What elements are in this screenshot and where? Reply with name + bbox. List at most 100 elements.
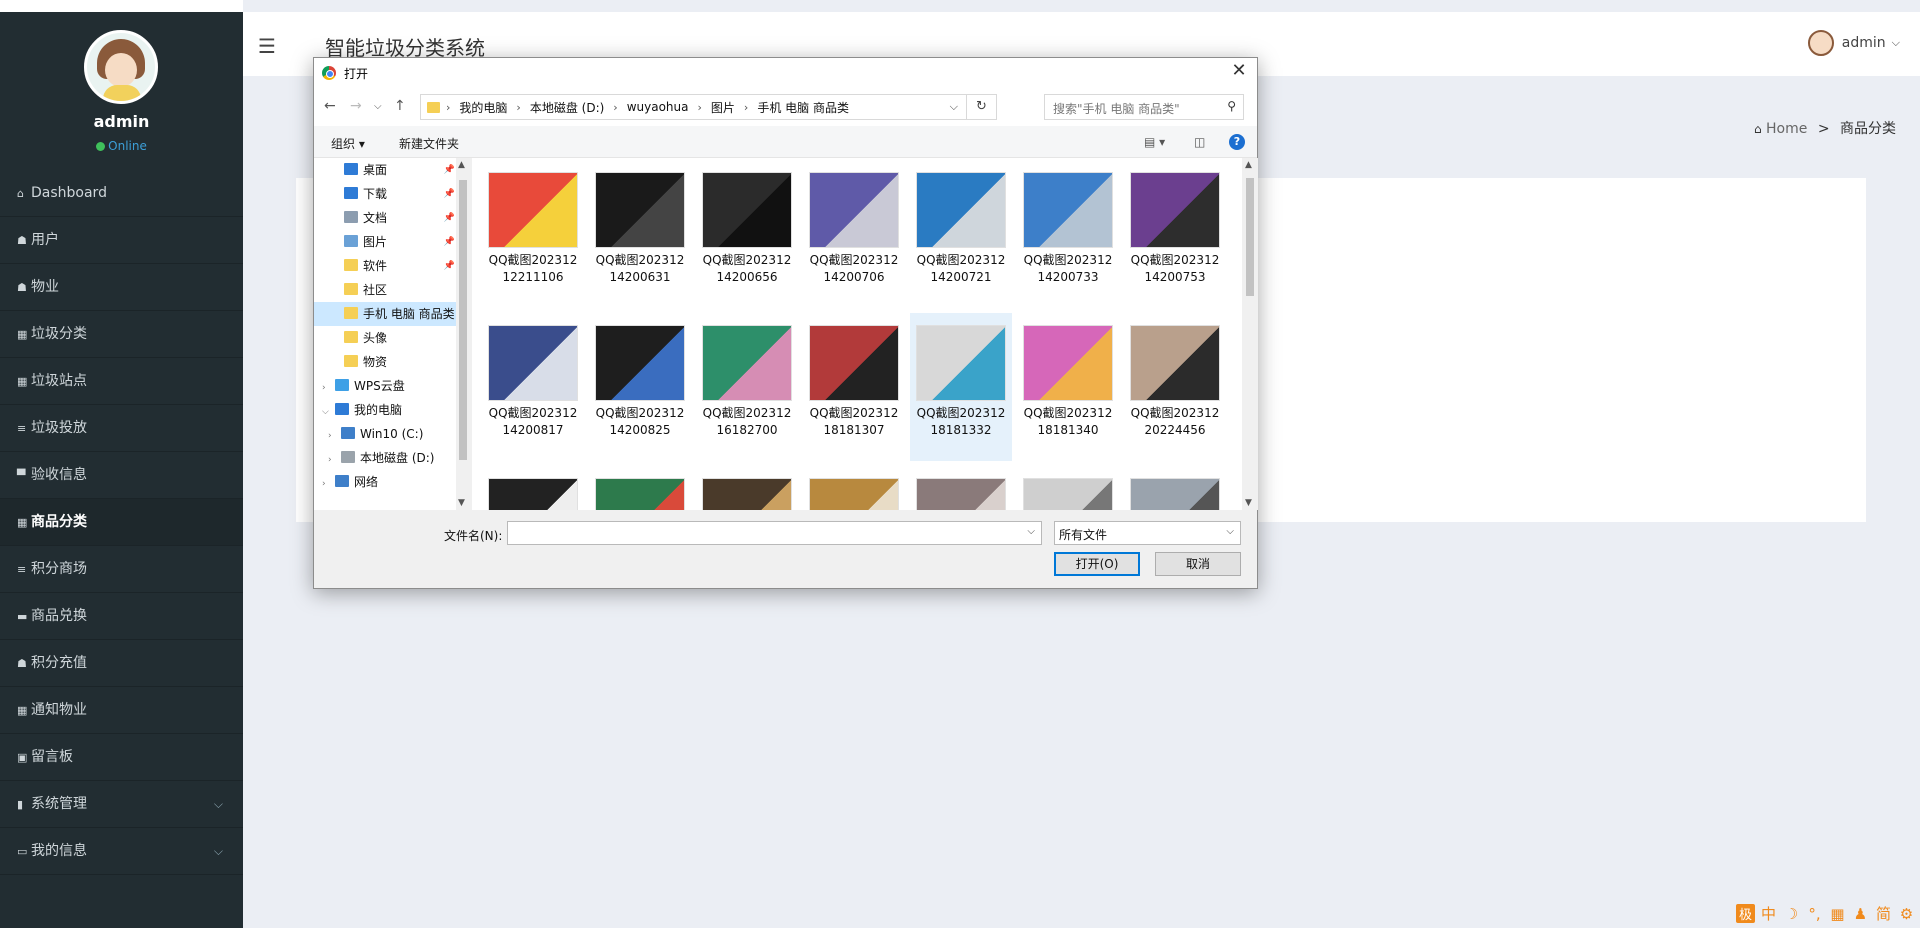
close-icon[interactable]: ✕ <box>1227 60 1251 81</box>
chevron-right-icon[interactable]: › <box>322 376 332 400</box>
sidebar-item[interactable]: ⌂ Dashboard <box>0 170 243 217</box>
view-options-icon[interactable]: ▤ ▾ <box>1144 135 1165 149</box>
ime-logo[interactable]: 极 <box>1736 904 1755 923</box>
address-history-chevron-icon[interactable]: ⌵ <box>950 100 958 114</box>
ime-tray-icon[interactable]: 简 <box>1874 903 1893 924</box>
tree-item[interactable]: 图片 📌 <box>314 230 469 254</box>
file-grid-scrollbar[interactable]: ▲ ▼ <box>1242 158 1258 510</box>
chevron-right-icon[interactable]: › <box>697 101 701 114</box>
sidebar-item[interactable]: ▣ 留言板 <box>0 734 243 781</box>
file-item[interactable]: QQ截图20231216182700 <box>696 313 798 461</box>
sidebar-item[interactable]: ▦ 商品分类 <box>0 499 243 546</box>
cancel-button[interactable]: 取消 <box>1155 552 1241 576</box>
scroll-up-icon[interactable]: ▲ <box>1245 160 1252 170</box>
chevron-right-icon[interactable]: › <box>613 101 617 114</box>
ime-tray-icon[interactable]: °, <box>1805 905 1824 923</box>
ime-tray-icon[interactable]: ☽ <box>1782 905 1801 923</box>
ime-tray-icon[interactable]: 中 <box>1759 903 1778 924</box>
tree-item[interactable]: 桌面 📌 <box>314 158 469 182</box>
file-item[interactable]: QQ截图20231220224456 <box>1124 313 1226 461</box>
address-root-chevron-icon[interactable]: › <box>446 101 450 114</box>
tree-item[interactable]: 软件 📌 <box>314 254 469 278</box>
file-item[interactable] <box>482 466 584 510</box>
forward-arrow-icon[interactable]: → <box>350 98 362 114</box>
sidebar-item[interactable]: ▦ 垃圾站点 <box>0 358 243 405</box>
scroll-down-icon[interactable]: ▼ <box>1245 498 1252 508</box>
tree-item[interactable]: › Win10 (C:) <box>314 422 469 446</box>
tree-item[interactable]: › WPS云盘 <box>314 374 469 398</box>
address-crumb[interactable]: 图片 <box>711 99 735 116</box>
sidebar-item[interactable]: ☗ 物业 <box>0 264 243 311</box>
scroll-thumb[interactable] <box>459 180 467 460</box>
search-input[interactable]: 搜索"手机 电脑 商品类" ⚲ <box>1044 94 1244 120</box>
address-crumb[interactable]: 手机 电脑 商品类 <box>757 99 849 116</box>
file-item[interactable]: QQ截图20231214200721 <box>910 160 1012 308</box>
chevron-right-icon[interactable]: › <box>744 101 748 114</box>
chevron-right-icon[interactable]: › <box>322 472 332 496</box>
sidebar-item[interactable]: ≡ 积分商场 <box>0 546 243 593</box>
file-item[interactable]: QQ截图20231214200825 <box>589 313 691 461</box>
filename-input[interactable]: ⌵ <box>507 521 1042 545</box>
sidebar-item[interactable]: ▀ 验收信息 <box>0 452 243 499</box>
ime-tray-icon[interactable]: ♟ <box>1851 905 1870 923</box>
file-item[interactable]: QQ截图20231214200631 <box>589 160 691 308</box>
file-item[interactable] <box>589 466 691 510</box>
menu-toggle-icon[interactable]: ☰ <box>258 34 276 58</box>
tree-item[interactable]: 头像 <box>314 326 469 350</box>
file-item[interactable]: QQ截图20231214200706 <box>803 160 905 308</box>
tree-item[interactable]: 下载 📌 <box>314 182 469 206</box>
file-item[interactable] <box>696 466 798 510</box>
file-item[interactable] <box>1017 466 1119 510</box>
file-item[interactable]: QQ截图20231212211106 <box>482 160 584 308</box>
address-bar[interactable]: › 我的电脑 › 本地磁盘 (D:) › wuyaohua › 图片 › 手机 电脑 商品类 ⌵ ↻ <box>420 94 997 120</box>
user-menu[interactable]: admin ⌵ <box>1807 30 1900 56</box>
dialog-titlebar[interactable]: 打开 ✕ <box>314 58 1257 88</box>
ime-tray-icon[interactable]: ⚙ <box>1897 905 1916 923</box>
file-item[interactable]: QQ截图20231214200817 <box>482 313 584 461</box>
help-icon[interactable]: ? <box>1229 134 1245 150</box>
tree-item[interactable]: 文档 📌 <box>314 206 469 230</box>
tree-item[interactable]: › 本地磁盘 (D:) <box>314 446 469 470</box>
chevron-down-icon[interactable]: ⌵ <box>1027 526 1035 537</box>
filetype-select[interactable]: 所有文件 ⌵ <box>1054 521 1241 545</box>
file-item[interactable]: QQ截图20231214200753 <box>1124 160 1226 308</box>
address-crumb[interactable]: wuyaohua <box>627 100 689 114</box>
tree-item[interactable]: 物资 <box>314 350 469 374</box>
file-item[interactable]: QQ截图20231214200733 <box>1017 160 1119 308</box>
chevron-right-icon[interactable]: › <box>328 448 338 472</box>
sidebar-item[interactable]: ▦ 通知物业 <box>0 687 243 734</box>
scroll-up-icon[interactable]: ▲ <box>458 160 465 170</box>
up-arrow-icon[interactable]: ↑ <box>394 98 406 114</box>
file-item[interactable]: QQ截图20231218181332 <box>910 313 1012 461</box>
file-item[interactable] <box>803 466 905 510</box>
sidebar-item[interactable]: ▦ 垃圾分类 <box>0 311 243 358</box>
recent-chevron-icon[interactable]: ⌵ <box>374 101 382 112</box>
file-item[interactable] <box>1124 466 1226 510</box>
chevron-right-icon[interactable]: › <box>328 424 338 448</box>
file-item[interactable]: QQ截图20231214200656 <box>696 160 798 308</box>
tree-item[interactable]: 社区 <box>314 278 469 302</box>
tree-item[interactable]: › 网络 <box>314 470 469 494</box>
open-button[interactable]: 打开(O) <box>1054 552 1140 576</box>
organize-button[interactable]: 组织 ▾ <box>331 135 365 152</box>
address-crumb[interactable]: 本地磁盘 (D:) <box>530 99 604 116</box>
file-item[interactable] <box>910 466 1012 510</box>
navigation-scrollbar[interactable]: ▲ ▼ <box>456 158 470 510</box>
chevron-down-icon[interactable]: ⌵ <box>322 400 332 424</box>
scroll-down-icon[interactable]: ▼ <box>458 498 465 508</box>
sidebar-item[interactable]: ▮ 系统管理 ⌵ <box>0 781 243 828</box>
sidebar-item[interactable]: ☗ 积分充值 <box>0 640 243 687</box>
ime-tray-icon[interactable]: ▦ <box>1828 905 1847 923</box>
sidebar-item[interactable]: ▬ 商品兑换 <box>0 593 243 640</box>
sidebar-item[interactable]: ≡ 垃圾投放 <box>0 405 243 452</box>
breadcrumb-home[interactable]: Home <box>1766 121 1807 137</box>
sidebar-item[interactable]: ▭ 我的信息 ⌵ <box>0 828 243 875</box>
preview-pane-icon[interactable]: ◫ <box>1194 135 1205 149</box>
refresh-icon[interactable]: ↻ <box>966 95 996 119</box>
tree-item[interactable]: 手机 电脑 商品类 <box>314 302 469 326</box>
back-arrow-icon[interactable]: ← <box>324 98 336 114</box>
address-crumb[interactable]: 我的电脑 <box>459 99 507 116</box>
sidebar-item[interactable]: ☗ 用户 <box>0 217 243 264</box>
scroll-thumb[interactable] <box>1246 178 1254 296</box>
chevron-right-icon[interactable]: › <box>516 101 520 114</box>
